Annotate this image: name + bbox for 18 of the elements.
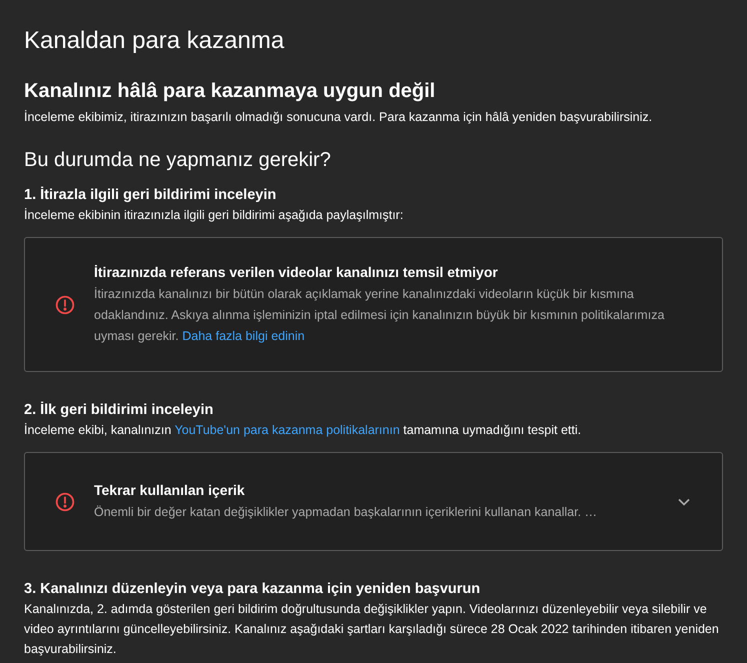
page-title: Kanaldan para kazanma xyxy=(24,26,286,56)
status-heading: Kanalınız hâlâ para kazanmaya uygun değil xyxy=(24,79,436,104)
section-heading: Bu durumda ne yapmanız gerekir? xyxy=(24,148,332,173)
step-text: Kanalınızda, 2. adımda gösterilen geri bildirim doğrultusunda değişiklikler yapın. Videolarınızı düzenleyebilir veya silebilir ve video ayrıntılarını güncelleyebilirsiniz. Kanalınız aşağıdaki şartları karşıladığı sürece 28 Ocak 2022 tarihinden itibaren yeniden başvurabilirsiniz. xyxy=(24,601,720,658)
status-text: İnceleme ekibimiz, itirazınızın başarılı olmadığı sonucuna vardı. Para kazanma için hâlâ yeniden başvurabilirsiniz. xyxy=(24,109,654,126)
learn-more-link[interactable]: Daha fazla bilgi edinin xyxy=(182,329,305,343)
card-title: Tekrar kullanılan içerik xyxy=(94,481,246,500)
alert-icon xyxy=(54,294,76,316)
card-text: İtirazınızda kanalınızı bir bütün olarak açıklamak yerine kanalınızdaki videoların küçük bir kısmına odaklandınız. Askıya alınma işleminizin iptal edilmesi için kanalınızın büyük bir kısmının politikalarımıza uyması gerekir. Daha fazla bilgi edinin xyxy=(94,286,666,345)
step-title: 2. İlk geri bildirimi inceleyin xyxy=(24,400,214,420)
alert-icon xyxy=(54,490,76,512)
card-text: Önemli bir değer katan değişiklikler yapmadan başkalarının içeriklerini kullanan kanallar. … xyxy=(94,504,598,521)
step-title: 3. Kanalınızı düzenleyin veya para kazanma için yeniden başvurun xyxy=(24,580,482,599)
step-text: İnceleme ekibi, kanalınızın YouTube'un para kazanma politikalarının tamamına uymadığını tespit etti. xyxy=(24,422,582,439)
step-text: İnceleme ekibinin itirazınızla ilgili geri bildirimi aşağıda paylaşılmıştır: xyxy=(24,207,404,224)
step-title: 1. İtirazla ilgili geri bildirimi inceleyin xyxy=(24,186,278,205)
card-title: İtirazınızda referans verilen videolar kanalınızı temsil etmiyor xyxy=(94,263,499,282)
policy-link[interactable]: YouTube'un para kazanma politikalarının xyxy=(174,423,400,437)
